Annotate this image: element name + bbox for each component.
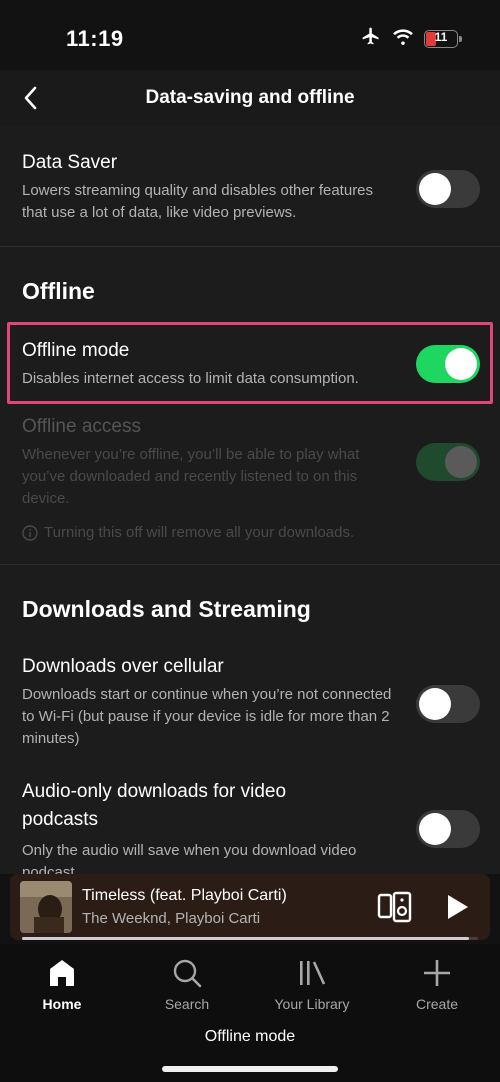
audio-only-downloads-description: Only the audio will save when you downlo… xyxy=(22,842,357,874)
status-icons: 11 xyxy=(360,26,462,51)
tab-home-label: Home xyxy=(42,996,82,1012)
library-icon xyxy=(300,961,326,985)
cellular-downloads-setting: Downloads over cellular Downloads start … xyxy=(22,656,478,750)
data-saver-title: Data Saver xyxy=(22,152,118,173)
bottom-tab-bar: Home Search Your Library Create Offline … xyxy=(0,944,500,1082)
page-header: Data-saving and offline xyxy=(0,70,500,126)
album-art xyxy=(20,881,72,933)
page-title: Data-saving and offline xyxy=(145,87,355,108)
offline-access-title: Offline access xyxy=(22,416,141,437)
tab-search-label: Search xyxy=(164,996,210,1012)
cellular-downloads-title: Downloads over cellular xyxy=(22,656,224,677)
play-icon xyxy=(448,895,468,919)
offline-mode-setting: Offline mode Disables internet access to… xyxy=(22,340,478,390)
tab-create-label: Create xyxy=(415,996,459,1012)
tab-create[interactable]: Create xyxy=(387,958,487,1012)
offline-mode-title: Offline mode xyxy=(22,340,130,361)
offline-mode-description: Disables internet access to limit data c… xyxy=(22,370,359,387)
wifi-icon xyxy=(392,27,414,50)
home-icon xyxy=(50,960,74,986)
connect-device-button[interactable] xyxy=(377,890,413,924)
info-icon xyxy=(22,524,38,541)
cellular-downloads-toggle[interactable] xyxy=(416,685,480,723)
offline-access-toggle[interactable] xyxy=(416,443,480,481)
audio-only-downloads-setting: Audio-only downloads for video podcasts … xyxy=(22,778,478,874)
search-icon xyxy=(173,959,202,988)
data-saver-description: Lowers streaming quality and disables ot… xyxy=(22,182,374,221)
cellular-downloads-description: Downloads start or continue when you’re … xyxy=(22,686,392,747)
audio-only-downloads-toggle[interactable] xyxy=(416,810,480,848)
divider xyxy=(0,564,500,565)
offline-access-description: Whenever you’re offline, you’ll be able … xyxy=(22,446,360,507)
plus-icon xyxy=(424,960,450,986)
airplane-icon xyxy=(360,26,382,51)
track-artist: The Weeknd, Playboi Carti xyxy=(82,910,261,927)
tab-your-library-label: Your Library xyxy=(274,996,350,1012)
offline-access-note-text: Turning this off will remove all your do… xyxy=(44,524,355,541)
offline-mode-toggle[interactable] xyxy=(416,345,480,383)
offline-access-setting: Offline access Whenever you’re offline, … xyxy=(22,416,478,510)
mini-player[interactable]: Timeless (feat. Playboi Carti) The Weekn… xyxy=(10,874,490,940)
divider xyxy=(0,246,500,247)
data-saver-setting: Data Saver Lowers streaming quality and … xyxy=(22,152,478,224)
tab-home[interactable]: Home xyxy=(12,958,112,1012)
playback-progress xyxy=(22,937,478,940)
status-bar: 11:19 11 xyxy=(0,0,500,70)
status-time: 11:19 xyxy=(66,26,124,51)
tab-search[interactable]: Search xyxy=(137,958,237,1012)
offline-access-note: Turning this off will remove all your do… xyxy=(22,524,354,541)
play-button[interactable] xyxy=(442,892,472,922)
settings-content[interactable]: Data Saver Lowers streaming quality and … xyxy=(0,126,500,874)
speaker-device-icon xyxy=(377,891,412,923)
audio-only-downloads-title: Audio-only downloads for video podcasts xyxy=(22,781,287,830)
battery-icon: 11 xyxy=(424,29,462,48)
data-saver-toggle[interactable] xyxy=(416,170,480,208)
offline-section-title: Offline xyxy=(22,278,95,304)
track-title: Timeless (feat. Playboi Carti) xyxy=(82,887,287,904)
downloads-section-title: Downloads and Streaming xyxy=(22,596,311,622)
offline-mode-banner: Offline mode xyxy=(204,1028,296,1045)
home-indicator xyxy=(162,1066,338,1072)
tab-your-library[interactable]: Your Library xyxy=(262,958,362,1012)
